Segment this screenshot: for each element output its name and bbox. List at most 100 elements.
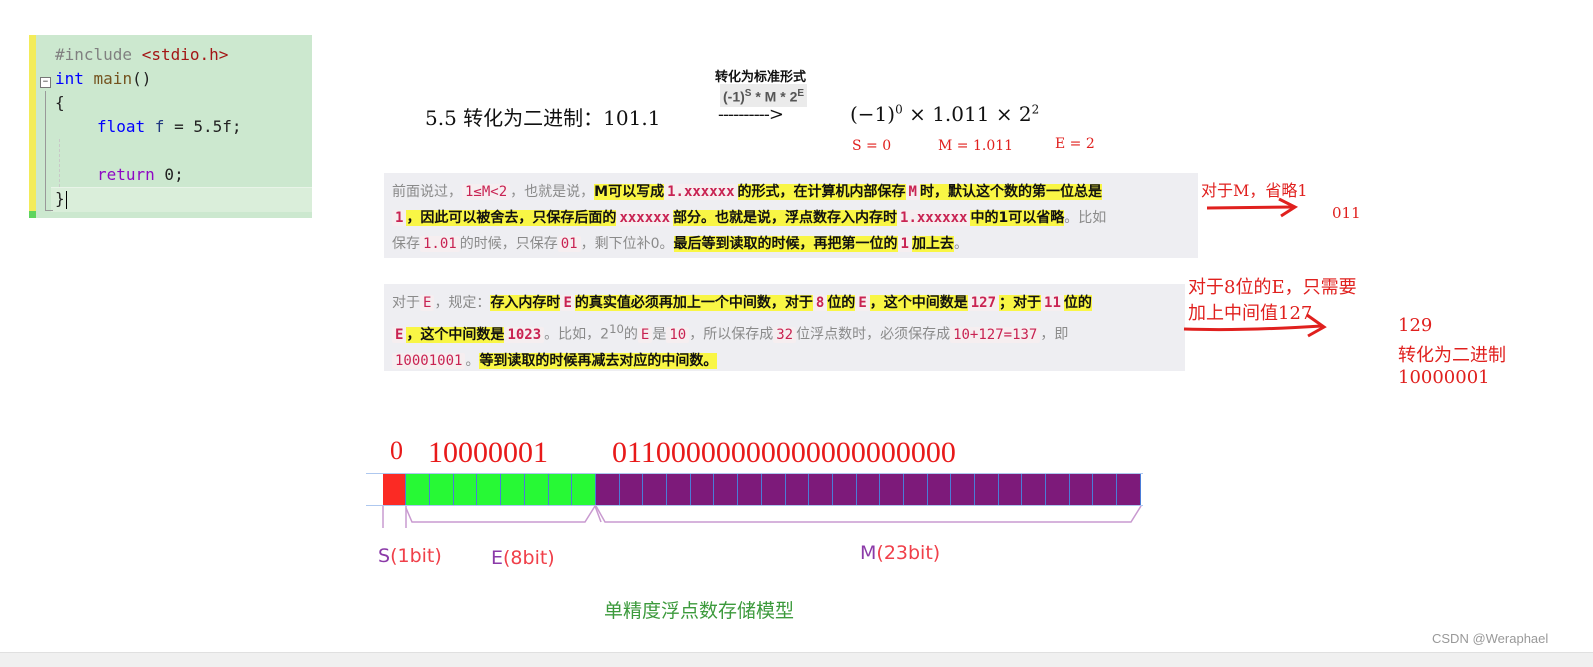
- parens: (): [132, 69, 152, 88]
- indent-guide: [59, 139, 61, 187]
- mantissa-bit-cell: [951, 474, 975, 505]
- current-line-highlight: [51, 187, 312, 212]
- highlight: ；对于: [999, 295, 1042, 311]
- legend-letter: M: [860, 542, 877, 564]
- superscript: 10: [609, 322, 624, 336]
- inline-code: E: [392, 326, 407, 343]
- text: ，即: [1040, 326, 1069, 343]
- text: ，所以保存成: [689, 326, 774, 343]
- highlight: 加上去: [911, 236, 954, 252]
- inline-code: 1: [392, 210, 407, 226]
- scope-guide: [45, 91, 46, 211]
- text: 是: [652, 326, 667, 343]
- conversion-arrow: ---------->: [718, 104, 784, 125]
- exponent-bit-values: 10000001: [428, 436, 548, 469]
- mantissa-bit-cell: [690, 474, 715, 505]
- exponent-bit-cell: [406, 474, 430, 505]
- mantissa-bit-values: 01100000000000000000000: [612, 436, 956, 469]
- m-value-label: M = 1.011: [938, 138, 1014, 154]
- inline-code: 1.xxxxxx: [897, 210, 971, 226]
- e-result-binary: 10000001: [1398, 367, 1490, 388]
- highlight: 时，默认这个数的第一位总是: [919, 184, 1102, 200]
- mantissa-legend: M(23bit): [860, 542, 940, 564]
- code-editor[interactable]: − #include <stdio.h> int main() { float …: [29, 35, 312, 218]
- mantissa-bit-cell: [1046, 474, 1070, 505]
- saved-marker: [29, 211, 36, 218]
- mantissa-explanation: 前面说过， 1≤M<2 ，也就是说，M可以写成 1.xxxxxx 的形式，在计算机内部保…: [384, 173, 1198, 258]
- text: 。: [953, 236, 968, 252]
- exponent-legend: E(8bit): [491, 547, 555, 569]
- text: 位浮点数时，必须保存成: [796, 326, 951, 343]
- function-name: main: [83, 69, 133, 88]
- mantissa-bit-cell: [1022, 474, 1047, 505]
- exponent-explanation: 对于 E ，规定：存入内存时 E 的真实值必须再加上一个中间数，对于 8 位的 E ，这个中间数…: [384, 284, 1185, 371]
- inline-code: 1≤M<2: [462, 184, 511, 200]
- e-value-label: E = 2: [1055, 136, 1095, 152]
- highlight: M可以写成: [594, 184, 665, 200]
- mantissa-bit-cell: [785, 474, 810, 505]
- mantissa-bit-cell: [903, 474, 928, 505]
- text: 的时候，只保存: [459, 236, 558, 252]
- inline-code: E: [420, 295, 435, 311]
- keyword: float: [97, 117, 146, 136]
- text: 对于: [392, 295, 420, 311]
- bit-storage-bar: [383, 474, 1141, 505]
- mantissa-bit-cell: [856, 474, 881, 505]
- mantissa-bit-cell: [738, 474, 762, 505]
- inline-code: 1.01: [420, 236, 460, 252]
- inline-code: 1.xxxxxx: [664, 184, 738, 200]
- keyword: return: [97, 165, 155, 184]
- highlight: 的形式，在计算机内部保存: [737, 184, 906, 200]
- text: 。比如: [1064, 210, 1107, 226]
- code-line-1: #include <stdio.h>: [55, 43, 228, 67]
- highlight: 中的1可以省略: [970, 210, 1065, 226]
- standard-form-expression: (−1)0 × 1.011 × 22: [850, 102, 1039, 126]
- text: 的: [623, 326, 638, 343]
- code-line-3: {: [55, 93, 65, 112]
- mantissa-bit-cell: [1093, 474, 1118, 505]
- highlight: 存入内存时: [490, 295, 561, 311]
- inline-code: 32: [773, 326, 797, 343]
- exponent-bit-cell: [429, 474, 454, 505]
- s-value-label: S = 0: [852, 138, 892, 154]
- highlight: 位的: [827, 295, 856, 311]
- formula-caption: 转化为标准形式: [715, 70, 807, 85]
- mantissa-bit-cell: [975, 474, 999, 505]
- e-result-decimal: 129: [1398, 315, 1433, 336]
- code-line-4: float f = 5.5f;: [97, 115, 242, 139]
- mantissa-bit-cell: [667, 474, 691, 505]
- inline-code: 10001001: [392, 352, 466, 369]
- watermark: CSDN @Weraphael: [1432, 631, 1549, 646]
- highlight: 等到读取的时候再减去对应的中间数。: [479, 352, 718, 369]
- text-caret: [65, 190, 67, 209]
- preprocessor: #include: [55, 45, 142, 64]
- segment-braces: [382, 504, 1142, 528]
- inline-code: xxxxxx: [616, 210, 674, 226]
- m-result: 011: [1332, 204, 1361, 222]
- mantissa-bit-cell: [927, 474, 952, 505]
- e-result-caption: 转化为二进制: [1398, 345, 1506, 366]
- highlight: 的真实值必须再加上一个中间数，对于: [574, 295, 813, 311]
- exponent-bit-cell: [572, 474, 596, 505]
- inline-code: 10: [666, 326, 690, 343]
- return-value: 0;: [154, 165, 184, 184]
- formula-e: E: [797, 88, 805, 99]
- mantissa-bit-cell: [714, 474, 739, 505]
- legend-size: (23bit): [876, 542, 941, 564]
- exponent-bit-cell: [477, 474, 501, 505]
- scope-guide-end: [45, 210, 53, 211]
- expr-mid: × 1.011 × 2: [902, 102, 1032, 126]
- text: 前面说过，: [392, 184, 462, 200]
- e-note-line-1: 对于8位的E，只需要: [1188, 277, 1357, 298]
- inline-code: 1023: [504, 326, 545, 343]
- highlight: ，这个中间数是: [406, 326, 505, 343]
- highlight: 部分。也就是说，浮点数存入内存时: [673, 210, 898, 226]
- text: ，规定：: [434, 295, 491, 311]
- expr-exp: 0: [895, 102, 903, 117]
- variable: f: [145, 117, 165, 136]
- code-line-6: return 0;: [97, 163, 184, 187]
- e-arrow-icon: [1183, 313, 1327, 338]
- inline-code: 8: [812, 295, 828, 311]
- fold-toggle-icon[interactable]: −: [40, 77, 51, 88]
- exponent-bit-cell: [524, 474, 549, 505]
